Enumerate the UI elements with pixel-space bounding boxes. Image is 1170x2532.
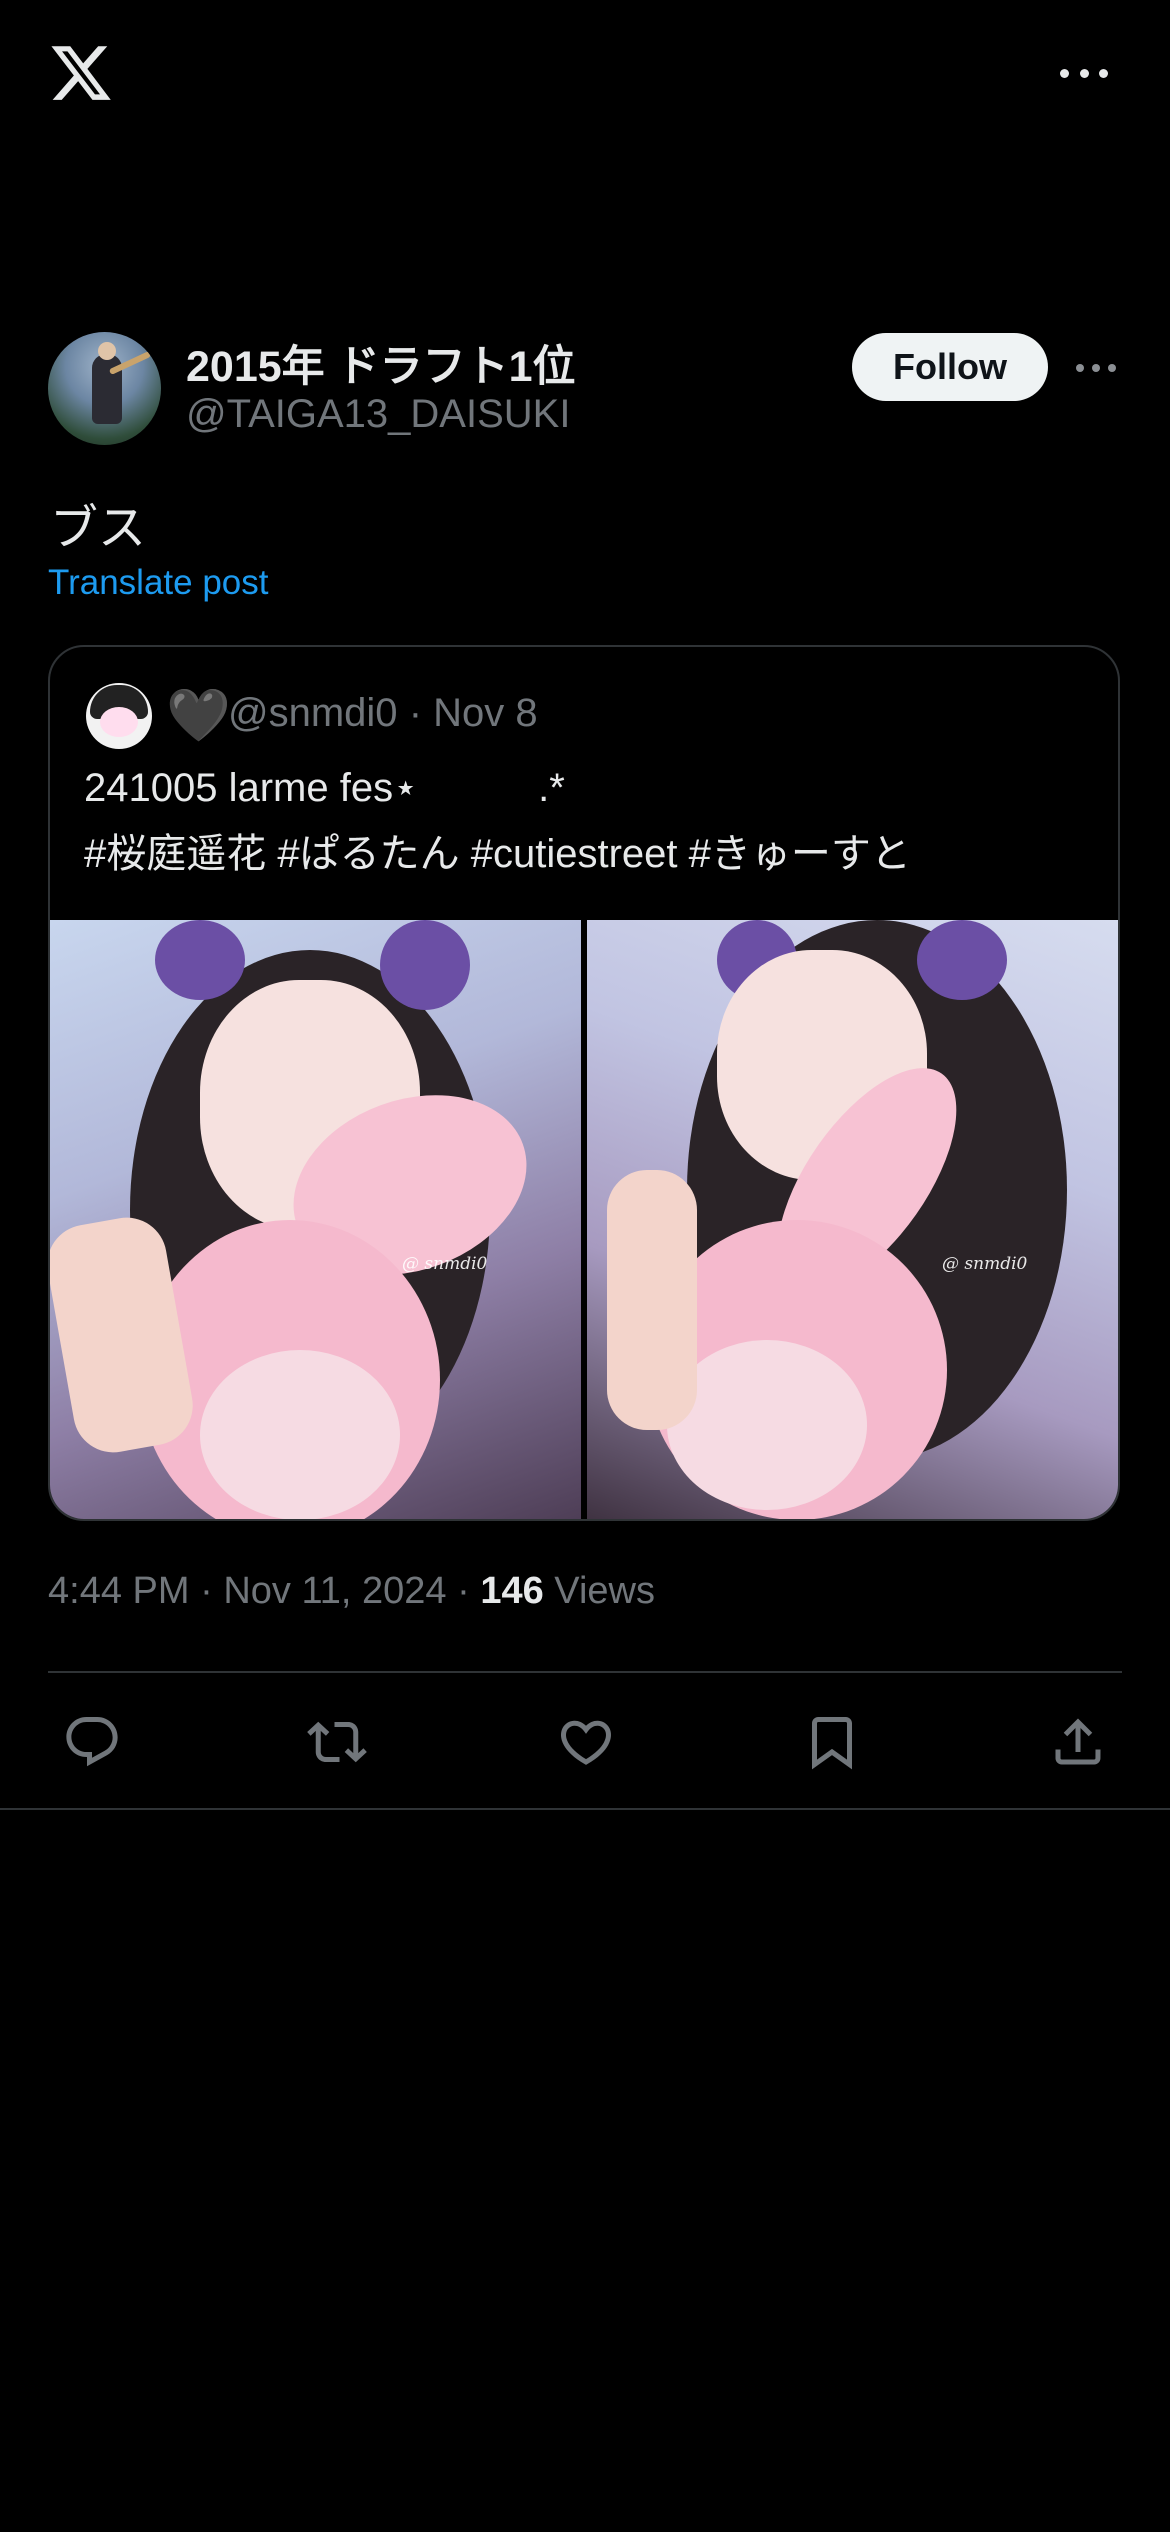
follow-button[interactable]: Follow: [852, 333, 1048, 401]
bunny-face: [667, 1340, 867, 1510]
post-text: ブス: [50, 502, 147, 555]
post-meta: 4:44 PM · Nov 11, 2024 · 146 Views: [48, 1570, 655, 1613]
quoted-text-main: 241005 larme fes⋆: [84, 766, 419, 810]
views-label: Views: [554, 1570, 655, 1612]
avatar-face: [100, 707, 138, 737]
translate-post-link[interactable]: Translate post: [48, 563, 268, 603]
quoted-date: Nov 8: [433, 691, 538, 735]
display-name[interactable]: 2015年 ドラフト1位: [186, 332, 576, 394]
quoted-post-card[interactable]: 🖤 @snmdi0 · Nov 8 241005 larme fes⋆ .* #桜…: [48, 645, 1120, 1521]
repost-icon[interactable]: [307, 1712, 367, 1772]
hand: [607, 1170, 697, 1430]
quoted-photo-right[interactable]: @ snmdi0: [587, 920, 1118, 1519]
like-icon[interactable]: [556, 1712, 616, 1772]
quoted-handle: @snmdi0: [228, 691, 398, 735]
quoted-photo-left[interactable]: @ snmdi0: [50, 920, 581, 1519]
dot: [1060, 68, 1069, 78]
dot: [1108, 364, 1116, 372]
share-icon[interactable]: [1048, 1712, 1108, 1772]
separator-dot: ·: [408, 691, 434, 735]
watermark: @ snmdi0: [402, 1254, 488, 1274]
black-heart-icon: 🖤: [166, 687, 231, 745]
quoted-text-suffix: .*: [538, 766, 565, 810]
quoted-text-line1: 241005 larme fes⋆ .*: [84, 765, 565, 811]
headband-ear: [917, 920, 1007, 1000]
dot: [1079, 68, 1089, 78]
x-logo-icon[interactable]: [48, 40, 114, 106]
user-handle[interactable]: @TAIGA13_DAISUKI: [186, 392, 570, 437]
quoted-text-hashtags[interactable]: #桜庭遥花 #ぱるたん #cutiestreet #きゅーすと: [84, 821, 911, 879]
dot: [1076, 364, 1084, 372]
quoted-avatar[interactable]: [86, 683, 152, 749]
bunny-face: [200, 1350, 400, 1519]
divider: [48, 1671, 1122, 1673]
headband-ear: [155, 920, 245, 1000]
reply-icon[interactable]: [62, 1712, 122, 1772]
more-options-icon[interactable]: [1060, 58, 1108, 88]
separator-dot: ·: [200, 1570, 224, 1612]
watermark: @ snmdi0: [942, 1254, 1028, 1274]
dot: [1099, 68, 1108, 78]
headband-ear: [380, 920, 470, 1010]
avatar-head: [98, 342, 116, 360]
quoted-handle-date[interactable]: @snmdi0 · Nov 8: [228, 691, 538, 736]
dot: [1092, 364, 1100, 372]
divider: [0, 1808, 1170, 1810]
post-more-icon[interactable]: [1076, 363, 1116, 373]
bookmark-icon[interactable]: [802, 1712, 862, 1772]
separator-dot: ·: [457, 1570, 481, 1612]
post-time: 4:44 PM: [48, 1570, 190, 1612]
post-date[interactable]: Nov 11, 2024: [223, 1570, 446, 1612]
views-count: 146: [480, 1570, 544, 1612]
avatar[interactable]: [48, 332, 161, 445]
